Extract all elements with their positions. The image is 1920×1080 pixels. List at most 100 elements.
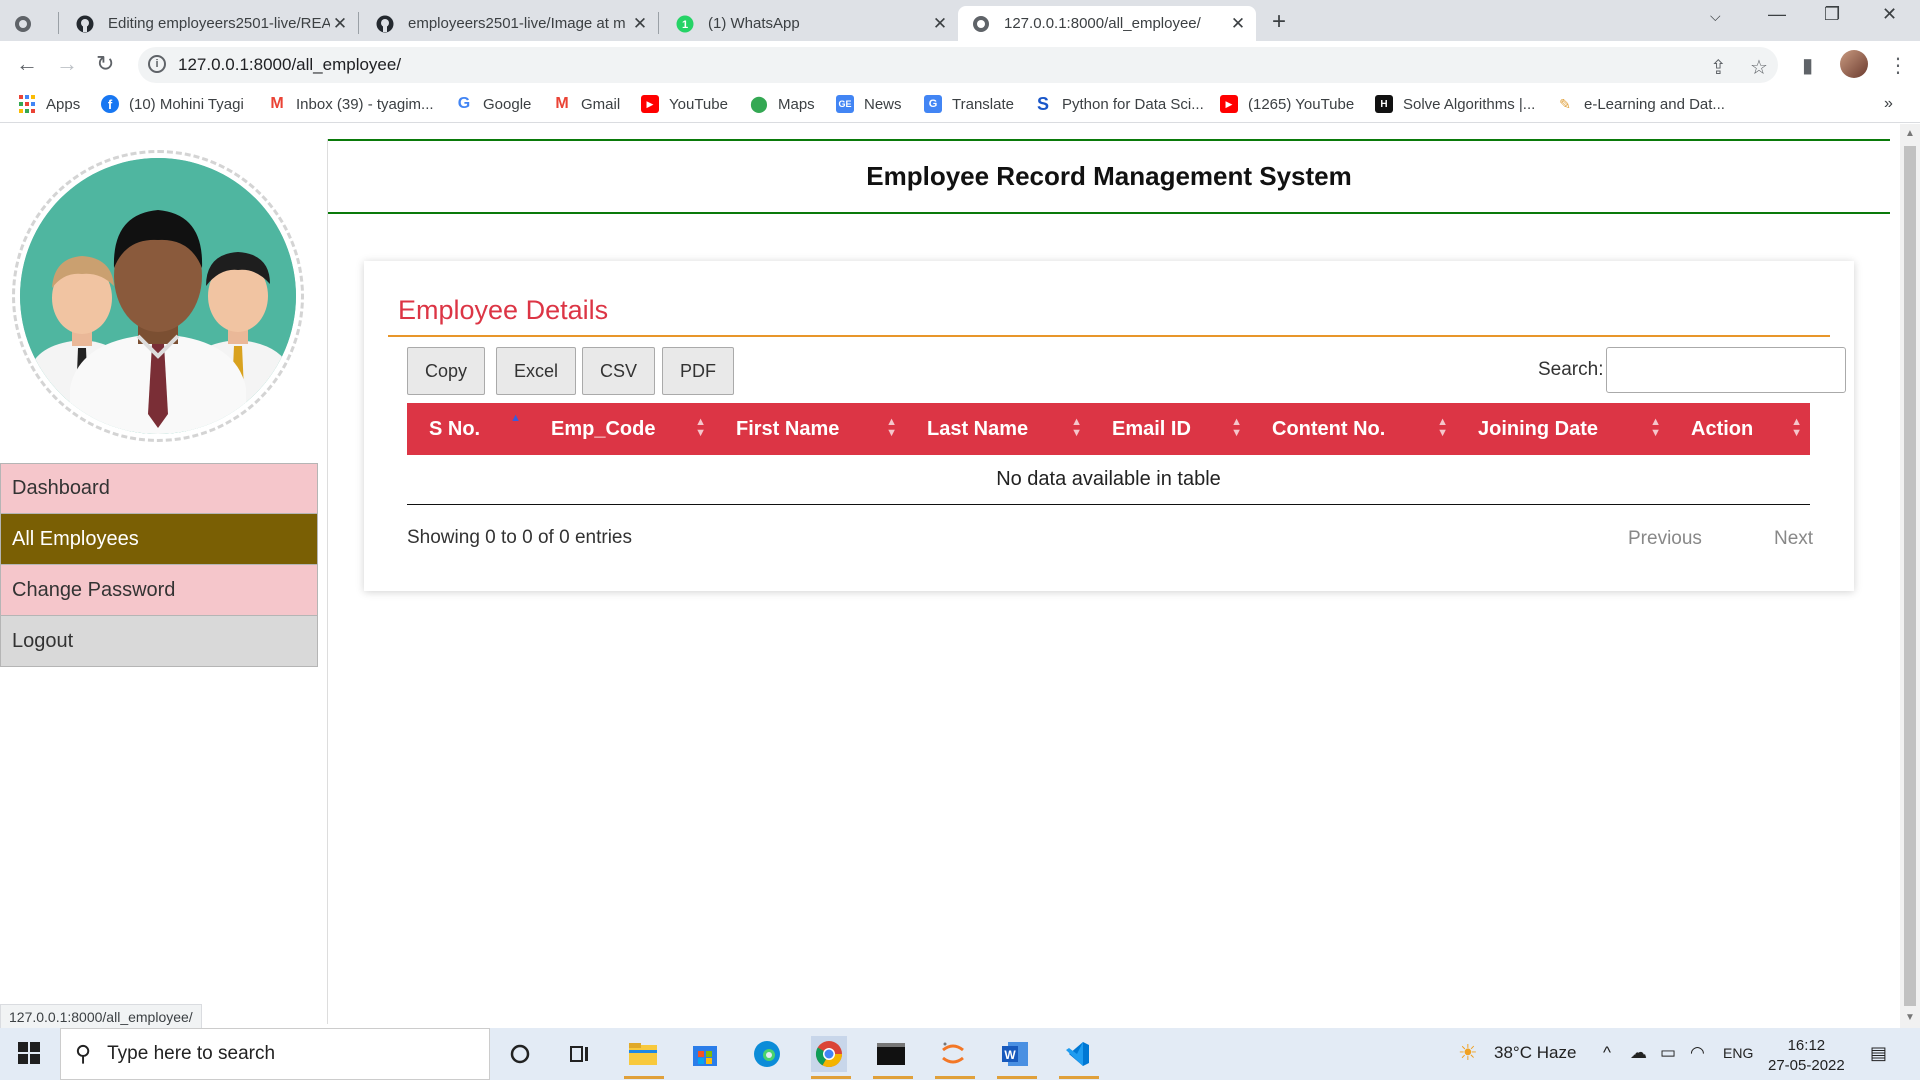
employee-details-card: Employee Details Copy Excel CSV PDF Sear… bbox=[364, 261, 1854, 591]
sidebar-item-label: Change Password bbox=[12, 578, 176, 601]
sort-both-icon: ▲ ▼ bbox=[886, 416, 897, 439]
bookmark-gmail[interactable]: M Gmail bbox=[553, 95, 620, 113]
pdf-button[interactable]: PDF bbox=[662, 347, 734, 395]
search-input[interactable] bbox=[1606, 347, 1846, 393]
bookmark-youtube[interactable]: ▶ YouTube bbox=[641, 95, 728, 113]
next-page-button[interactable]: Next bbox=[1774, 528, 1813, 550]
sidebar-item-label: Logout bbox=[12, 629, 74, 652]
more-menu-icon[interactable]: ⋮ bbox=[1888, 53, 1908, 78]
minimize-icon[interactable]: — bbox=[1768, 4, 1786, 25]
window-close-icon[interactable]: ✕ bbox=[1882, 4, 1897, 25]
show-hidden-icons-chevron-icon[interactable]: ^ bbox=[1603, 1043, 1611, 1063]
sidebar-item-change-password[interactable]: Change Password bbox=[0, 565, 318, 616]
column-header-last-name[interactable]: Last Name ▲ ▼ bbox=[905, 403, 1090, 455]
weather-sun-icon[interactable]: ☀ bbox=[1458, 1040, 1478, 1066]
task-view-icon[interactable] bbox=[562, 1036, 598, 1072]
address-bar[interactable]: i 127.0.0.1:8000/all_employee/ ⇪ ☆ bbox=[138, 47, 1778, 83]
word-icon[interactable]: W bbox=[997, 1036, 1033, 1072]
csv-button[interactable]: CSV bbox=[582, 347, 656, 395]
scrollbar-thumb[interactable] bbox=[1904, 146, 1916, 1006]
previous-page-button[interactable]: Previous bbox=[1628, 528, 1702, 550]
side-panel-icon[interactable]: ▮ bbox=[1802, 53, 1813, 78]
tab-all-employee-active[interactable]: 127.0.0.1:8000/all_employee/ ✕ bbox=[958, 6, 1256, 41]
forward-arrow-icon[interactable]: → bbox=[56, 51, 78, 77]
running-app-indicator bbox=[935, 1076, 975, 1079]
bookmark-star-icon[interactable]: ☆ bbox=[1750, 55, 1768, 80]
close-icon[interactable]: ✕ bbox=[1228, 14, 1248, 34]
vscode-icon[interactable] bbox=[1059, 1036, 1095, 1072]
weather-text[interactable]: 38°C Haze bbox=[1494, 1043, 1576, 1063]
clock-date: 27-05-2022 bbox=[1768, 1057, 1845, 1074]
bookmarks-overflow-chevron-icon[interactable]: » bbox=[1884, 95, 1893, 113]
column-header-emp-code[interactable]: Emp_Code ▲ ▼ bbox=[529, 403, 714, 455]
cortana-icon[interactable] bbox=[502, 1036, 538, 1072]
column-header-action[interactable]: Action ▲ ▼ bbox=[1669, 403, 1810, 455]
terminal-icon[interactable] bbox=[873, 1036, 909, 1072]
reload-icon[interactable]: ↻ bbox=[96, 51, 114, 77]
column-label: Emp_Code bbox=[551, 417, 656, 440]
column-header-first-name[interactable]: First Name ▲ ▼ bbox=[714, 403, 905, 455]
close-icon[interactable]: ✕ bbox=[630, 14, 650, 34]
tab-image-at-main[interactable]: employeers2501-live/Image at m ✕ bbox=[362, 6, 658, 41]
tab-editing-readme[interactable]: Editing employeers2501-live/REA ✕ bbox=[62, 6, 358, 41]
wifi-icon[interactable]: ◠ bbox=[1690, 1043, 1705, 1063]
edge-browser-icon[interactable] bbox=[749, 1036, 785, 1072]
close-icon[interactable]: ✕ bbox=[330, 14, 350, 34]
sidebar-item-logout[interactable]: Logout bbox=[0, 616, 318, 667]
bookmark-python-data-science[interactable]: S Python for Data Sci... bbox=[1034, 94, 1204, 114]
globe-icon bbox=[14, 15, 32, 33]
bookmark-maps[interactable]: ⬤ Maps bbox=[750, 95, 815, 114]
bookmark-label: Translate bbox=[952, 95, 1014, 113]
language-indicator[interactable]: ENG bbox=[1723, 1045, 1753, 1061]
column-header-email-id[interactable]: Email ID ▲ ▼ bbox=[1090, 403, 1250, 455]
scroll-up-arrow-icon[interactable]: ▲ bbox=[1905, 128, 1915, 139]
card-title: Employee Details bbox=[398, 295, 609, 325]
chrome-browser-icon[interactable] bbox=[811, 1036, 847, 1072]
tab-whatsapp[interactable]: 1 (1) WhatsApp ✕ bbox=[662, 6, 958, 41]
new-tab-plus-icon[interactable]: + bbox=[1272, 8, 1286, 36]
tab-pinned[interactable] bbox=[0, 6, 58, 41]
sort-both-icon: ▲ ▼ bbox=[1071, 416, 1082, 439]
bookmark-facebook[interactable]: f (10) Mohini Tyagi bbox=[101, 95, 244, 113]
bookmark-apps[interactable]: Apps bbox=[18, 95, 80, 113]
bookmark-google[interactable]: G Google bbox=[455, 95, 532, 113]
tab-title: 127.0.0.1:8000/all_employee/ bbox=[1004, 15, 1201, 32]
bookmark-youtube-1265[interactable]: ▶ (1265) YouTube bbox=[1220, 95, 1354, 113]
bookmark-hackerrank[interactable]: H Solve Algorithms |... bbox=[1375, 95, 1535, 113]
scroll-down-arrow-icon[interactable]: ▼ bbox=[1905, 1012, 1915, 1023]
tab-separator bbox=[58, 12, 59, 34]
column-header-s-no[interactable]: S No. ▲ bbox=[407, 403, 529, 455]
column-label: Joining Date bbox=[1478, 417, 1599, 440]
apps-grid-icon bbox=[18, 95, 36, 113]
column-label: First Name bbox=[736, 417, 840, 440]
bookmark-e-learning[interactable]: ✎ e-Learning and Dat... bbox=[1556, 95, 1725, 113]
share-icon[interactable]: ⇪ bbox=[1710, 55, 1727, 80]
back-arrow-icon[interactable]: ← bbox=[16, 51, 38, 77]
windows-start-icon[interactable] bbox=[18, 1042, 40, 1064]
onedrive-cloud-icon[interactable]: ☁ bbox=[1630, 1043, 1647, 1063]
file-explorer-icon[interactable] bbox=[625, 1036, 661, 1072]
profile-avatar[interactable] bbox=[1840, 50, 1868, 78]
bookmark-news[interactable]: GE News bbox=[836, 95, 902, 113]
bookmark-inbox[interactable]: M Inbox (39) - tyagim... bbox=[268, 95, 433, 113]
microsoft-store-icon[interactable] bbox=[687, 1036, 723, 1072]
translate-icon: G bbox=[924, 95, 942, 113]
restore-icon[interactable]: ❐ bbox=[1824, 4, 1840, 25]
taskbar-search-box[interactable]: ⚲ Type here to search bbox=[60, 1028, 490, 1080]
tab-search-chevron-icon[interactable]: ⌵ bbox=[1710, 8, 1721, 25]
url-text: 127.0.0.1:8000/all_employee/ bbox=[178, 55, 402, 74]
jupyter-icon[interactable] bbox=[935, 1036, 971, 1072]
page-scrollbar[interactable]: ▲ ▼ bbox=[1900, 124, 1920, 1028]
taskbar-clock[interactable]: 16:12 27-05-2022 bbox=[1768, 1036, 1845, 1076]
copy-button[interactable]: Copy bbox=[407, 347, 486, 395]
notifications-icon[interactable]: ▤ bbox=[1870, 1043, 1887, 1064]
bookmark-translate[interactable]: G Translate bbox=[924, 95, 1014, 113]
site-info-icon[interactable]: i bbox=[148, 55, 166, 73]
sidebar-item-dashboard[interactable]: Dashboard bbox=[0, 463, 318, 514]
close-icon[interactable]: ✕ bbox=[930, 14, 950, 34]
sidebar-item-all-employees[interactable]: All Employees bbox=[0, 514, 318, 565]
column-header-content-no[interactable]: Content No. ▲ ▼ bbox=[1250, 403, 1456, 455]
column-header-joining-date[interactable]: Joining Date ▲ ▼ bbox=[1456, 403, 1669, 455]
excel-button[interactable]: Excel bbox=[496, 347, 577, 395]
battery-icon[interactable]: ▭ bbox=[1660, 1043, 1676, 1063]
